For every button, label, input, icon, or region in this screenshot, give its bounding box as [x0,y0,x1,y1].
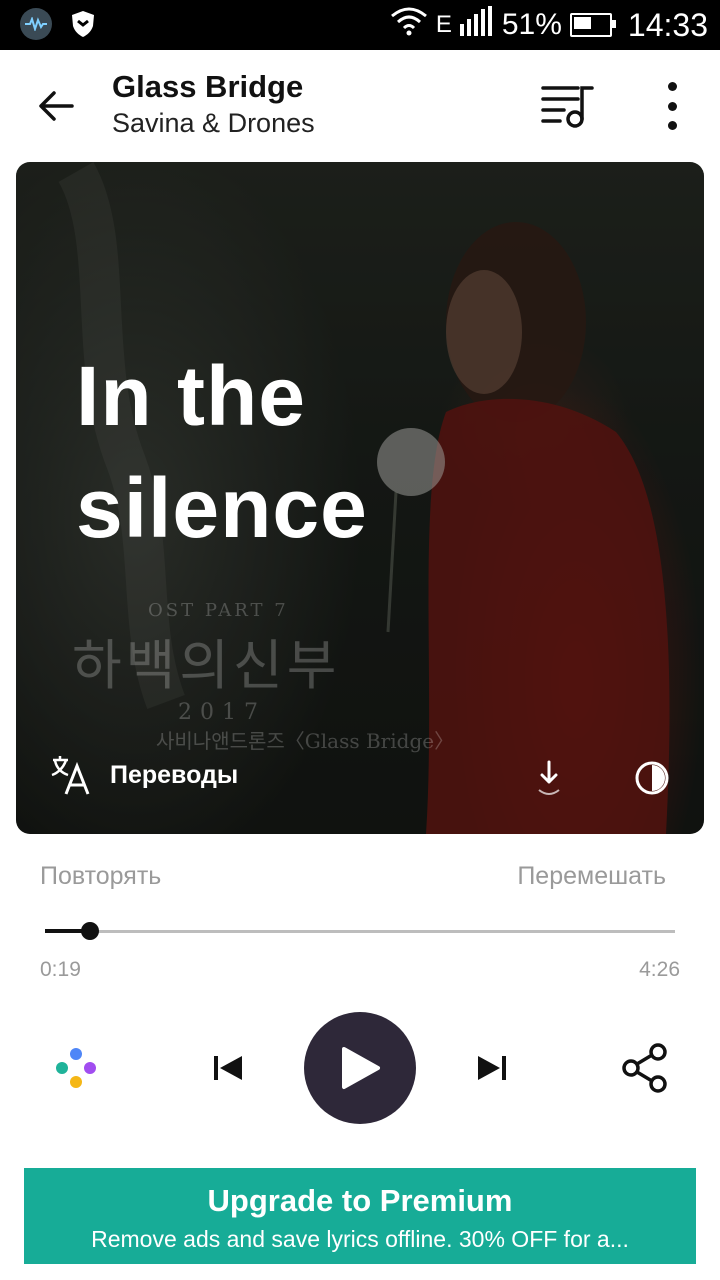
contrast-icon [635,761,669,795]
skip-next-icon [478,1056,506,1080]
wifi-icon [390,6,428,44]
status-bar-left [20,8,96,40]
queue-music-icon [541,86,594,128]
lyric-line: In the [76,349,306,443]
current-time: 0:19 [40,958,81,981]
song-artist: Savina & Drones [112,108,315,138]
share-icon [622,1043,667,1093]
lyrics-card-actions: Переводы [16,730,704,800]
google-assistant-icon [56,1048,96,1088]
translations-button[interactable]: Переводы [50,754,238,796]
album-art-year: 2017 [178,700,266,725]
repeat-button[interactable]: Повторять [40,862,161,891]
app-notification-icon [20,8,52,40]
shield-icon [70,9,96,39]
status-bar: E 51% 14:33 [0,0,720,50]
more-vertical-icon [667,82,677,91]
back-button[interactable] [32,86,80,126]
play-button[interactable] [304,1012,416,1124]
previous-button[interactable] [208,1050,248,1086]
playback-toggles: Повторять Перемешать [40,862,666,898]
song-info: Glass Bridge Savina & Drones [112,68,315,140]
premium-subtitle: Remove ads and save lyrics offline. 30% … [91,1226,629,1252]
network-type-label: E [435,11,452,38]
next-button[interactable] [472,1050,512,1086]
more-vertical-icon-dot [667,121,677,130]
shuffle-button[interactable]: Перемешать [517,862,666,891]
album-art-korean-title: 하백의신부 [72,634,341,697]
more-vertical-icon-dot [667,101,677,111]
translate-icon [51,756,90,795]
signal-icon [459,6,494,44]
queue-button[interactable] [540,82,596,130]
download-button[interactable] [534,760,564,798]
play-icon [342,1047,380,1089]
battery-fill [573,17,591,29]
back-arrow-icon [39,91,74,121]
share-button[interactable] [620,1042,670,1094]
seek-bar-thumb[interactable] [81,922,99,940]
battery-charging-icon [569,13,616,37]
playback-controls [0,1012,720,1124]
upgrade-premium-banner[interactable]: Upgrade to Premium Remove ads and save l… [24,1168,696,1264]
contrast-button[interactable] [634,760,670,796]
battery-percent: 51% [501,8,562,41]
total-time: 4:26 [639,958,680,981]
more-options-button[interactable] [656,82,688,130]
song-title: Glass Bridge [112,69,304,104]
status-bar-right: E 51% 14:33 [390,6,708,44]
header: Glass Bridge Savina & Drones [0,50,720,160]
skip-previous-icon [214,1056,242,1080]
premium-title: Upgrade to Premium [207,1183,513,1218]
seek-bar[interactable] [45,921,675,941]
google-assistant-button[interactable] [52,1046,100,1090]
album-art-ost-text: OST PART 7 [148,600,289,621]
lyrics-card[interactable]: OST PART 7 하백의신부 2017 사비나앤드론즈〈Glass Brid… [16,162,704,834]
download-icon [538,760,560,795]
clock: 14:33 [627,6,708,43]
seek-bar-track [45,930,675,933]
lyric-line: silence [76,461,368,555]
translations-label: Переводы [110,760,239,789]
